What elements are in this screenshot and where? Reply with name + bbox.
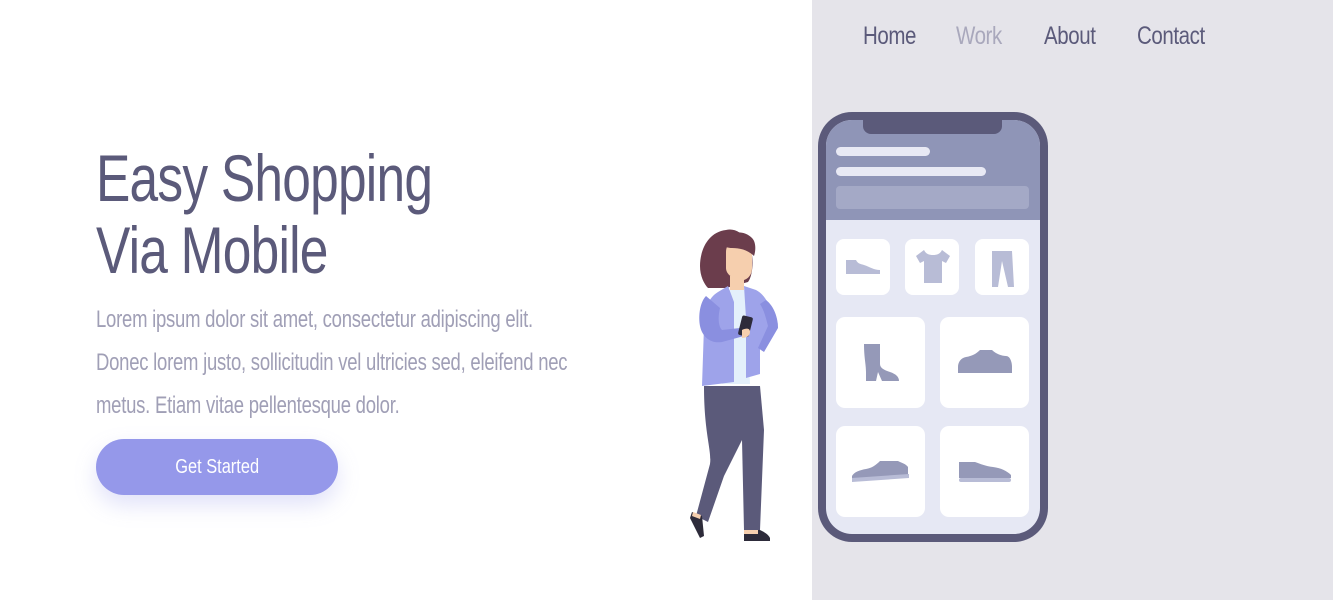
shopping-illustration [690,112,1048,542]
product-tile-flat-shoe [836,239,890,295]
product-tile-sneaker-2 [836,426,925,517]
product-tile-sneaker-1 [940,317,1029,408]
product-tile-tshirt [905,239,959,295]
product-tile-pants [975,239,1029,295]
product-tile-sneaker-3 [940,426,1029,517]
woman-figure-icon [690,229,778,541]
product-tile-boot [836,317,925,408]
